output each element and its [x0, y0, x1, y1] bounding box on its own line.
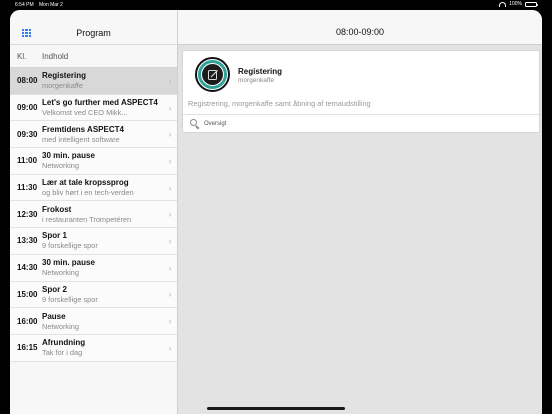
chevron-right-icon: › [168, 155, 172, 166]
battery-percentage: 100% [509, 1, 522, 7]
sidebar-title: Program [76, 27, 111, 38]
item-subtitle: Networking [42, 321, 79, 331]
chevron-right-icon: › [168, 129, 172, 140]
program-list-item[interactable]: 11:30 Lær at tale kropssprog og bliv hørt … [10, 174, 177, 202]
chevron-right-icon: › [168, 316, 172, 327]
search-icon [190, 118, 200, 130]
item-title: 30 min. pause [42, 258, 95, 268]
item-title: Spor 1 [42, 231, 67, 241]
item-time: 09:30 [17, 129, 38, 139]
wifi-icon [499, 1, 507, 7]
column-header: Kl. Indhold [10, 45, 177, 68]
session-title: Registering [238, 67, 283, 76]
status-bar: 6:54 PM Mon Mar 2 100% [0, 0, 552, 9]
item-subtitle: Tak for i dag [42, 348, 83, 358]
item-subtitle: 9 forskellige spor [42, 294, 98, 304]
program-list-item[interactable]: 16:15 Afrundning Tak for i dag › [10, 334, 177, 362]
chevron-right-icon: › [168, 289, 172, 300]
chevron-right-icon: › [168, 262, 172, 273]
grid-menu-icon[interactable] [22, 29, 31, 38]
program-list-item[interactable]: 08:00 Registering morgenkaffe › [10, 68, 177, 95]
item-subtitle: og bliv hørt i en tech-verden [42, 188, 134, 198]
detail-title: 08:00-09:00 [335, 27, 385, 37]
session-description: Registrering, morgenkaffe samt åbning af… [188, 99, 371, 108]
overview-link[interactable]: Oversigt [183, 114, 539, 132]
app-window: Program Kl. Indhold 08:00 Registering morg… [10, 10, 542, 414]
program-sidebar: Program Kl. Indhold 08:00 Registering morg… [10, 10, 178, 414]
battery-icon [525, 1, 539, 7]
home-indicator[interactable] [207, 407, 345, 410]
item-title: 30 min. pause [42, 151, 95, 161]
program-list-item[interactable]: 11:00 30 min. pause Networking › [10, 148, 177, 175]
item-time: 11:00 [17, 156, 38, 166]
status-time: 6:54 PM [15, 2, 34, 8]
program-list-item[interactable]: 15:00 Spor 29 forskellige spor › [10, 281, 177, 309]
sidebar-header: Program [10, 10, 177, 45]
session-card-header: Registering morgenkaffe [183, 51, 539, 97]
item-subtitle: Networking [42, 161, 79, 171]
overview-link-label: Oversigt [204, 120, 227, 127]
item-subtitle: Velkomst ved CEO Mikk... [42, 108, 128, 118]
chevron-right-icon: › [168, 102, 172, 113]
item-subtitle: Networking [42, 268, 79, 278]
column-time-label: Kl. [17, 51, 27, 61]
column-content-label: Indhold [42, 51, 69, 61]
item-title: Pause [42, 311, 66, 321]
item-title: Lær at tale kropssprog [42, 178, 129, 188]
item-time: 12:30 [17, 209, 38, 219]
detail-header: 08:00-09:00 [178, 10, 542, 45]
item-subtitle: morgenkaffe [42, 81, 83, 91]
chevron-right-icon: › [168, 235, 172, 246]
item-time: 13:30 [17, 236, 38, 246]
item-subtitle: med intelligent software [42, 134, 120, 144]
program-list-item[interactable]: 12:30 Frokost i restauranten Trompetéren › [10, 201, 177, 229]
program-list-item[interactable]: 13:30 Spor 19 forskellige spor › [10, 228, 177, 255]
detail-pane: 08:00-09:00 Registering morgenkaffe Regi… [178, 10, 542, 414]
item-title: Fremtidens ASPECT4 [42, 124, 124, 134]
item-time: 14:30 [17, 263, 38, 273]
session-card: Registering morgenkaffe Registrering, mo… [182, 50, 540, 133]
program-list-item[interactable]: 09:30 Fremtidens ASPECT4 med intelligent s… [10, 121, 177, 149]
chevron-right-icon: › [168, 209, 172, 220]
chevron-right-icon: › [168, 342, 172, 353]
item-title: Registering [42, 71, 87, 81]
chevron-right-icon: › [168, 75, 172, 86]
session-subtitle: morgenkaffe [238, 77, 275, 84]
edit-note-icon [207, 69, 218, 80]
item-time: 08:00 [17, 76, 38, 86]
item-subtitle: i restauranten Trompetéren [42, 214, 132, 224]
program-list-item[interactable]: 09:00 Let's go further med ASPECT4 Velkoms… [10, 94, 177, 122]
item-time: 16:00 [17, 316, 38, 326]
item-time: 16:15 [17, 343, 38, 353]
status-indicators: 100% [499, 1, 539, 7]
item-title: Frokost [42, 204, 72, 214]
item-time: 15:00 [17, 289, 38, 299]
program-list-item[interactable]: 14:30 30 min. pause Networking › [10, 254, 177, 282]
item-time: 09:00 [17, 103, 38, 113]
status-date: Mon Mar 2 [39, 2, 63, 8]
item-title: Let's go further med ASPECT4 [42, 98, 158, 108]
program-list-item[interactable]: 16:00 Pause Networking › [10, 308, 177, 335]
program-list: 08:00 Registering morgenkaffe › 09:00 Let's g… [10, 68, 177, 362]
session-logo-icon [195, 57, 230, 92]
item-title: Spor 2 [42, 284, 67, 294]
item-subtitle: 9 forskellige spor [42, 241, 98, 251]
item-time: 11:30 [17, 183, 38, 193]
item-title: Afrundning [42, 338, 86, 348]
chevron-right-icon: › [168, 182, 172, 193]
